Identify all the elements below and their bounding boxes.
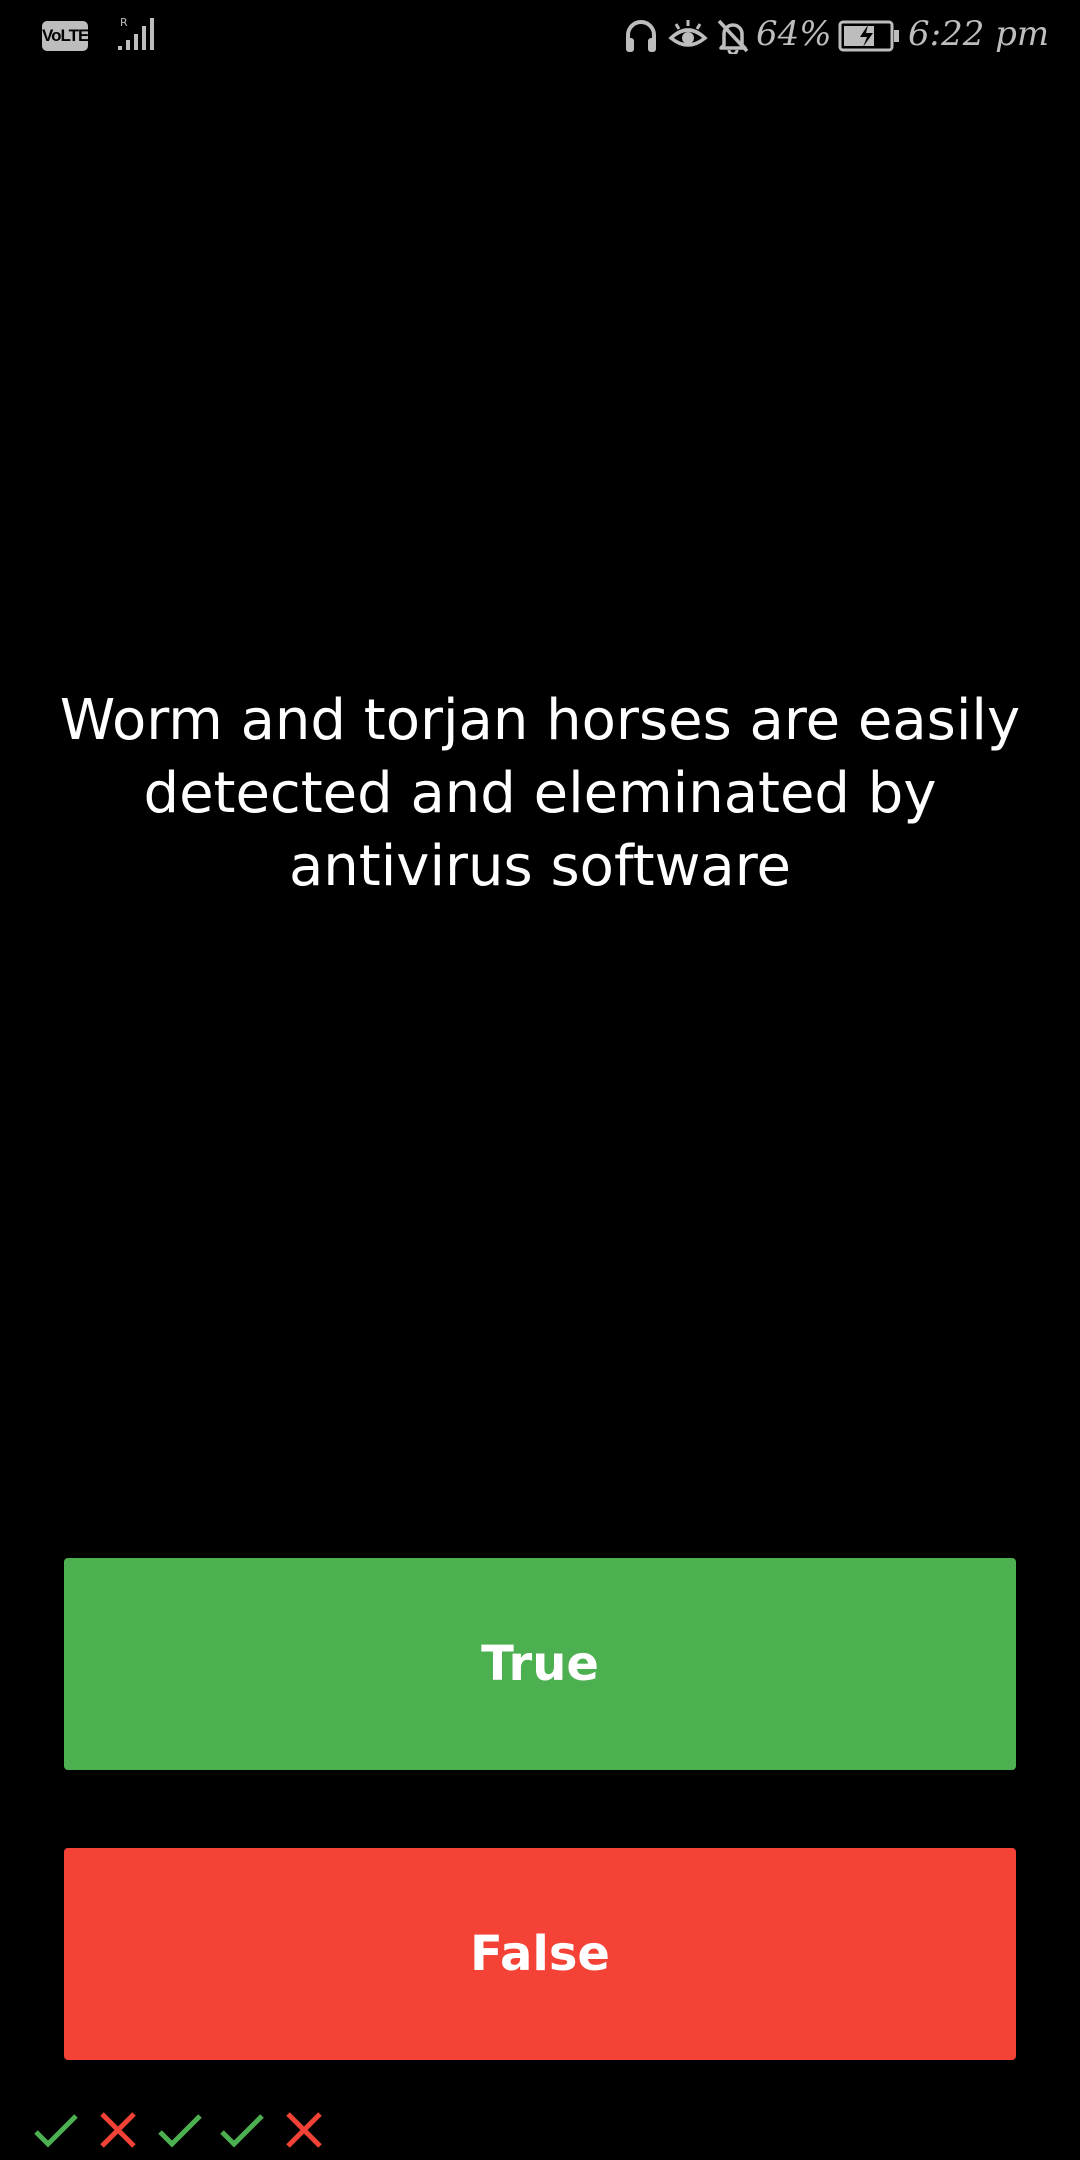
battery-charging-icon: [838, 20, 899, 52]
signal-icon: R: [118, 16, 154, 50]
quiz-screen: VoLTE R 64% 6:22 pm Worm and torjan hors…: [0, 0, 1080, 2160]
eye-comfort-icon: [668, 20, 708, 47]
svg-text:R: R: [120, 16, 128, 29]
true-button[interactable]: True: [64, 1558, 1016, 1770]
cross-icon: [286, 2112, 322, 2148]
check-icon: [220, 2114, 264, 2148]
status-bar: VoLTE R 64% 6:22 pm: [0, 0, 1080, 72]
check-icon: [34, 2114, 78, 2148]
headphones-icon: [626, 20, 656, 52]
notifications-off-icon: [717, 19, 749, 54]
answer-history: [30, 2108, 330, 2152]
clock: 6:22 pm: [908, 14, 1050, 54]
question-text: Worm and torjan horses are easily detect…: [59, 688, 1021, 899]
false-button[interactable]: False: [64, 1848, 1016, 2060]
cross-icon: [100, 2112, 136, 2148]
battery-percent: 64%: [756, 14, 832, 54]
check-icon: [158, 2114, 202, 2148]
volte-badge: VoLTE: [42, 21, 89, 51]
